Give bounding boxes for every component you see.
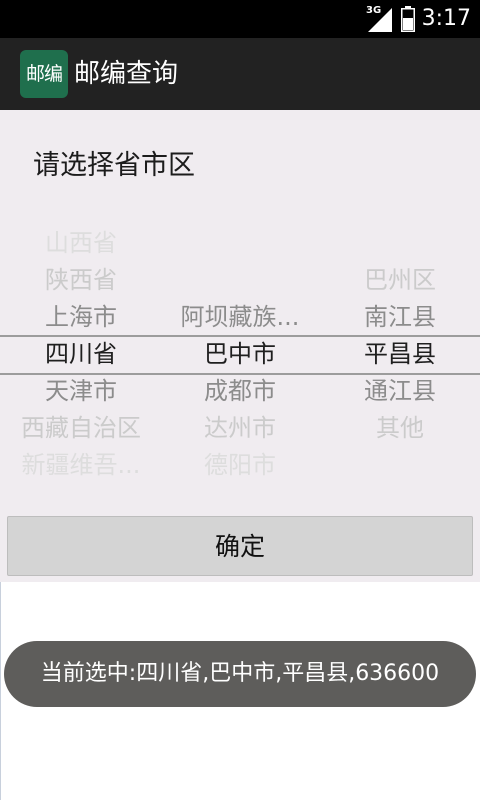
wheel-item[interactable]: 天津市: [1, 373, 161, 409]
wheel-item[interactable]: 巴中市: [160, 336, 320, 372]
wheel-item[interactable]: 新疆维吾...: [1, 447, 161, 483]
wheel-item[interactable]: 达州市: [160, 410, 320, 446]
wheel-item[interactable]: 平昌县: [320, 336, 480, 372]
battery-icon: [401, 6, 415, 32]
window-edge: [0, 582, 1, 800]
selection-line-bottom: [0, 373, 480, 375]
wheel-item[interactable]: 德阳市: [160, 447, 320, 483]
status-bar: 3G 3:17: [0, 0, 480, 38]
confirm-button[interactable]: 确定: [7, 516, 473, 576]
selection-line-top: [0, 335, 480, 337]
app-title: 邮编查询: [74, 59, 179, 89]
wheel-item[interactable]: 西藏自治区: [1, 410, 161, 446]
wheel-item[interactable]: 陕西省: [1, 262, 161, 298]
wheel-item[interactable]: 巴州区: [320, 262, 480, 298]
wheel-item[interactable]: 通江县: [320, 373, 480, 409]
picker-wheels: 山西省 陕西省 上海市 四川省 天津市 西藏自治区 新疆维吾... 阿坝藏族... 巴中市 成都…: [0, 228, 480, 498]
app-icon[interactable]: 邮编: [20, 50, 68, 98]
wheel-item[interactable]: 其他: [320, 410, 480, 446]
province-wheel[interactable]: 山西省 陕西省 上海市 四川省 天津市 西藏自治区 新疆维吾...: [1, 228, 161, 498]
status-time: 3:17: [421, 6, 471, 31]
action-bar: 邮编 邮编查询: [0, 38, 480, 110]
wheel-item[interactable]: 四川省: [1, 336, 161, 372]
wheel-item[interactable]: 阿坝藏族...: [160, 299, 320, 335]
dialog-title: 请选择省市区: [33, 150, 195, 181]
wheel-item[interactable]: 成都市: [160, 373, 320, 409]
district-wheel[interactable]: 巴州区 南江县 平昌县 通江县 其他: [320, 228, 480, 498]
city-wheel[interactable]: 阿坝藏族... 巴中市 成都市 达州市 德阳市: [160, 228, 320, 498]
signal-icon: [368, 8, 392, 32]
wheel-item[interactable]: 山西省: [1, 225, 161, 261]
wheel-item[interactable]: 南江县: [320, 299, 480, 335]
wheel-item[interactable]: 上海市: [1, 299, 161, 335]
region-picker-dialog: 请选择省市区 山西省 陕西省 上海市 四川省 天津市 西藏自治区 新疆维吾... 阿坝藏族.…: [0, 110, 480, 582]
selection-toast: 当前选中:四川省,巴中市,平昌县,636600: [4, 641, 476, 707]
